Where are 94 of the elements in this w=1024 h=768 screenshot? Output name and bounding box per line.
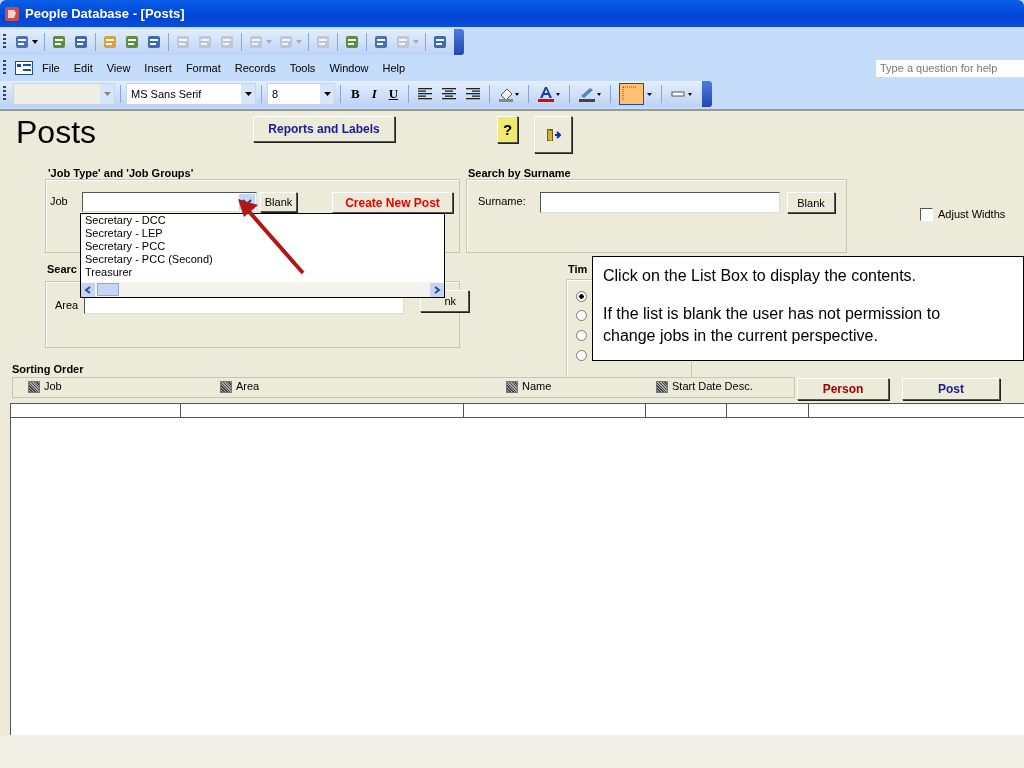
radio-button[interactable] bbox=[576, 330, 587, 341]
caret-icon bbox=[323, 92, 331, 96]
scroll-left-icon[interactable] bbox=[81, 282, 95, 297]
menu-item[interactable]: Help bbox=[377, 62, 411, 74]
radio-button[interactable] bbox=[576, 350, 587, 361]
dropdown-option[interactable]: Secretary - PCC bbox=[81, 240, 444, 253]
person-button[interactable]: Person bbox=[797, 378, 889, 400]
format-button[interactable]: B bbox=[346, 86, 365, 102]
menu-item[interactable]: File bbox=[37, 62, 65, 74]
dropdown-option[interactable]: Treasurer bbox=[81, 266, 444, 279]
group-label: Searc bbox=[47, 263, 77, 275]
toolbar-icon bbox=[219, 34, 235, 50]
toolbar-icon bbox=[124, 34, 140, 50]
scroll-right-icon[interactable] bbox=[430, 282, 444, 297]
toolbar-icon bbox=[51, 34, 67, 50]
toolbar-icon bbox=[73, 34, 89, 50]
radio-button[interactable] bbox=[576, 291, 587, 302]
blank-button[interactable]: Blank bbox=[260, 192, 297, 212]
checkbox-label: Name bbox=[522, 380, 552, 392]
menu-item[interactable]: View bbox=[101, 62, 136, 74]
dropdown-option[interactable]: Secretary - PCC (Second) bbox=[81, 253, 444, 266]
align-icon[interactable] bbox=[465, 87, 482, 101]
group-label: 'Job Type' and 'Job Groups' bbox=[48, 167, 194, 179]
align-icon[interactable] bbox=[441, 87, 458, 101]
menu-item[interactable]: Insert bbox=[139, 62, 177, 74]
menu-item[interactable]: Window bbox=[324, 62, 374, 74]
field-label: Job bbox=[50, 195, 68, 207]
scroll-thumb[interactable] bbox=[97, 283, 119, 296]
horizontal-scrollbar[interactable] bbox=[81, 282, 444, 297]
checkbox-label: Area bbox=[236, 380, 260, 392]
font-color-icon[interactable] bbox=[537, 86, 562, 102]
section-label: Sorting Order bbox=[12, 363, 84, 375]
checkbox-label: Adjust Widths bbox=[938, 208, 1006, 220]
checkbox[interactable] bbox=[656, 381, 668, 393]
toolbar-icon bbox=[344, 34, 360, 50]
toolbar-icon bbox=[395, 34, 411, 50]
door-icon bbox=[545, 127, 561, 142]
fill-color-icon[interactable] bbox=[498, 86, 521, 102]
format-button[interactable]: U bbox=[383, 86, 404, 102]
reports-button[interactable]: Reports and Labels bbox=[253, 116, 395, 142]
format-button[interactable]: I bbox=[366, 86, 382, 102]
group-label: Tim bbox=[568, 263, 588, 275]
toolbar-icon bbox=[373, 34, 389, 50]
toolbar-options-button[interactable] bbox=[702, 81, 713, 107]
toolbar-icon bbox=[432, 34, 448, 50]
toolbar-icon bbox=[175, 34, 191, 50]
caret-icon bbox=[266, 40, 272, 44]
exit-button[interactable] bbox=[534, 116, 572, 153]
dropdown-option[interactable]: Secretary - LEP bbox=[81, 227, 444, 240]
caret-icon bbox=[244, 92, 252, 96]
field-label: Area bbox=[55, 299, 79, 311]
job-combo[interactable] bbox=[82, 192, 257, 212]
toolbar-icon bbox=[248, 34, 264, 50]
callout-text: Click on the List Box to display the contents. bbox=[603, 266, 918, 286]
menu-item[interactable]: Format bbox=[180, 62, 226, 74]
caret-icon bbox=[296, 40, 302, 44]
menu-item[interactable]: Records bbox=[229, 62, 281, 74]
font-size-combo[interactable]: 8 bbox=[267, 83, 335, 105]
menu-item[interactable]: Tools bbox=[284, 62, 321, 74]
menu-item[interactable]: Edit bbox=[68, 62, 98, 74]
checkbox-label: Start Date Desc. bbox=[672, 380, 753, 392]
create-post-button[interactable]: Create New Post bbox=[332, 192, 453, 213]
caret-icon bbox=[103, 92, 111, 96]
toolbar-icon bbox=[278, 34, 294, 50]
checkbox[interactable] bbox=[506, 381, 518, 393]
font-combo[interactable]: MS Sans Serif bbox=[126, 83, 256, 105]
form-title: Posts bbox=[16, 114, 97, 151]
blank-button[interactable]: Blank bbox=[787, 192, 835, 213]
toolbar-icon bbox=[146, 34, 162, 50]
help-button[interactable]: ? bbox=[497, 116, 518, 143]
form-icon bbox=[15, 61, 33, 75]
line-color-icon[interactable] bbox=[578, 86, 603, 102]
checkbox-label: Job bbox=[44, 380, 62, 392]
toolbar-icon bbox=[315, 34, 331, 50]
caret-icon bbox=[413, 40, 419, 44]
dropdown-option[interactable]: Secretary - DCC bbox=[81, 214, 444, 227]
field-label: Surname: bbox=[478, 195, 526, 207]
border-icon[interactable] bbox=[619, 83, 654, 105]
help-search-field[interactable]: Type a question for help bbox=[876, 59, 1024, 77]
post-button[interactable]: Post bbox=[902, 378, 1000, 400]
surname-field[interactable] bbox=[540, 192, 780, 213]
align-icon[interactable] bbox=[417, 87, 434, 101]
window-title: People Database - [Posts] bbox=[25, 6, 185, 21]
checkbox[interactable] bbox=[920, 208, 933, 221]
callout-text: If the list is blank the user has not permission to change jobs in the current perspective. bbox=[603, 304, 942, 346]
checkbox[interactable] bbox=[220, 381, 232, 393]
toolbar-icon bbox=[102, 34, 118, 50]
radio-button[interactable] bbox=[576, 310, 587, 321]
group-label: Search by Surname bbox=[468, 167, 571, 179]
toolbar-icon bbox=[197, 34, 213, 50]
app-icon bbox=[4, 5, 20, 22]
checkbox[interactable] bbox=[28, 381, 40, 393]
caret-icon bbox=[32, 40, 38, 44]
toolbar-icon bbox=[14, 34, 30, 50]
